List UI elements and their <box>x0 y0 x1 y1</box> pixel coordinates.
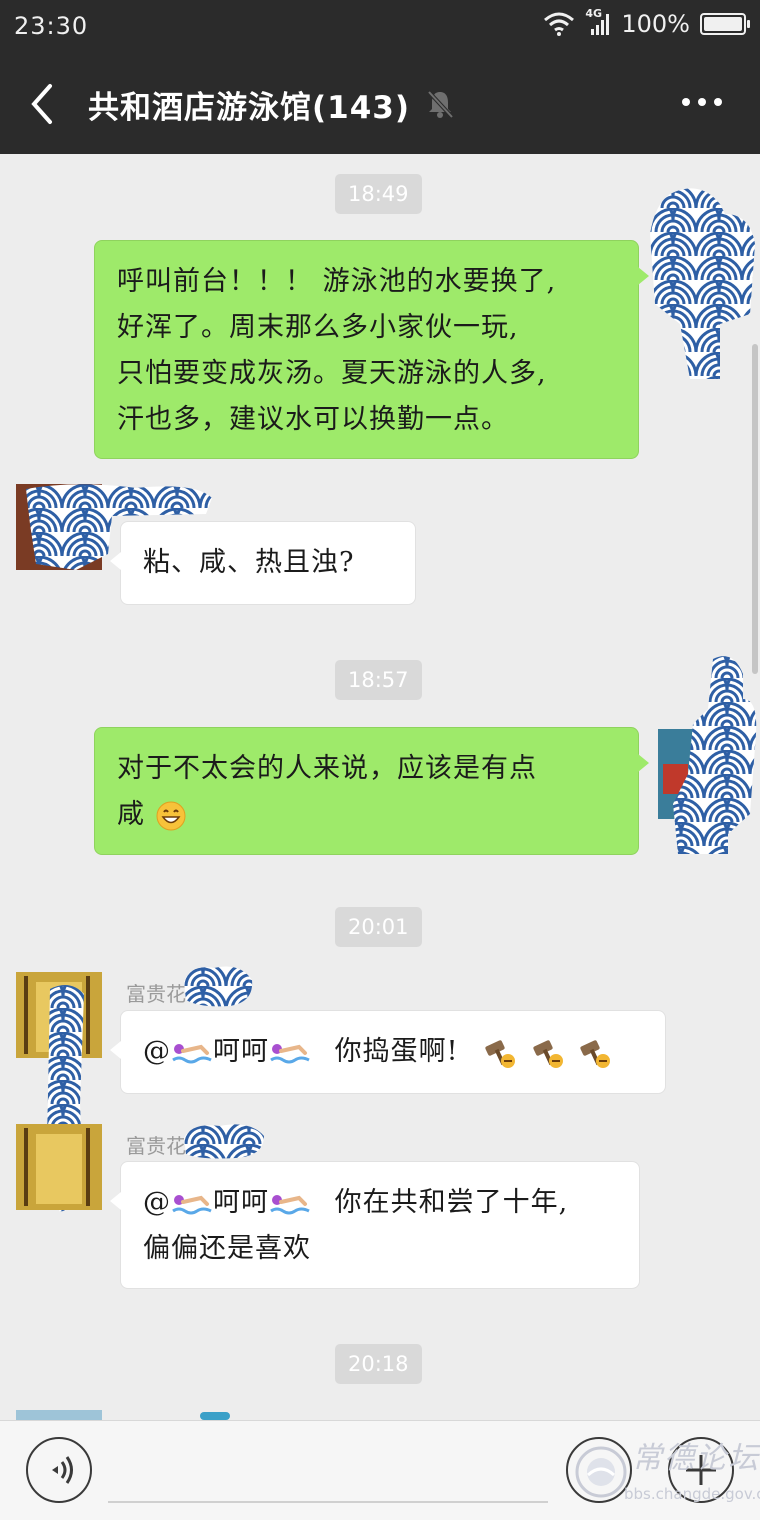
my-avatar-redacted[interactable] <box>650 184 760 384</box>
swimmer-icon <box>270 1194 310 1214</box>
message-line: 偏偏还是喜欢 <box>143 1233 311 1264</box>
chat-header: 共和酒店游泳馆(143) <box>0 52 760 154</box>
forum-watermark: 常德论坛 bbs.changde.gov.cn <box>574 1431 760 1515</box>
message-text: 你捣蛋啊! <box>334 1036 459 1067</box>
message-text: 你在共和尝了十年, <box>334 1187 569 1218</box>
chevron-left-icon[interactable] <box>24 82 64 126</box>
battery-icon <box>700 13 750 35</box>
my-message-bubble[interactable]: 对于不太会的人来说，应该是有点 咸 <box>94 727 649 855</box>
timestamp: 18:49 <box>335 174 422 214</box>
message-line: @ 呵呵 你在共和尝了十年, <box>143 1180 617 1226</box>
message-line: 呼叫前台！！！ 游泳池的水要换了, <box>117 266 557 297</box>
grinning-face-icon <box>156 801 186 830</box>
message-line: 好浑了。周末那么多小家伙一玩, <box>117 312 519 343</box>
status-time: 23:30 <box>14 12 89 40</box>
member-message-bubble[interactable]: 粘、咸、热且浊? <box>110 521 416 605</box>
watermark-url: bbs.changde.gov.cn <box>624 1485 760 1503</box>
hammer-icon <box>533 1039 563 1068</box>
chat-title[interactable]: 共和酒店游泳馆(143) <box>88 82 410 127</box>
redaction-mark <box>184 966 253 1007</box>
message-line: @ 呵呵 你捣蛋啊! <box>143 1029 643 1075</box>
laugh-text: 呵呵 <box>213 1187 269 1218</box>
hammer-icon <box>485 1039 516 1068</box>
member-message-bubble[interactable]: @ 呵呵 你在共和尝了十年, 偏偏还是喜欢 <box>110 1161 640 1289</box>
hammer-emojis <box>482 1036 615 1068</box>
mention-text: @ <box>143 1036 171 1067</box>
voice-icon[interactable] <box>26 1437 92 1503</box>
chat-message-list[interactable]: 18:49 呼叫前台！！！ 游泳池的水要换了, 好浑了。周末那么多小家伙一玩, … <box>0 154 760 1420</box>
battery-percent: 100% <box>621 10 690 38</box>
message-input[interactable] <box>108 1501 548 1503</box>
watermark-title: 常德论坛 <box>632 1441 760 1476</box>
more-dots-icon[interactable] <box>680 88 724 116</box>
laugh-text: 呵呵 <box>213 1036 269 1067</box>
message-text: 咸 <box>117 799 145 830</box>
sender-name: 富贵花 <box>126 982 186 1006</box>
forum-logo-icon <box>575 1446 627 1498</box>
input-toolbar: 常德论坛 bbs.changde.gov.cn <box>0 1420 760 1520</box>
message-line: 咸 <box>117 792 616 838</box>
message-text: 粘、咸、热且浊? <box>143 547 355 578</box>
cellular-signal-icon: 4G <box>585 7 611 37</box>
mention-text: @ <box>143 1187 171 1218</box>
swimmer-icon <box>172 1194 212 1214</box>
timestamp: 20:18 <box>335 1344 422 1384</box>
timestamp: 20:01 <box>335 907 422 947</box>
status-indicators: 4G 100% <box>543 7 750 38</box>
timestamp: 18:57 <box>335 660 422 700</box>
message-line: 只怕要变成灰汤。夏天游泳的人多, <box>117 358 547 389</box>
message-line: 对于不太会的人来说，应该是有点 <box>117 753 537 784</box>
bell-muted-icon <box>427 90 454 119</box>
hammer-icon <box>580 1039 611 1068</box>
scrollbar[interactable] <box>752 344 758 674</box>
my-message-bubble[interactable]: 呼叫前台！！！ 游泳池的水要换了, 好浑了。周末那么多小家伙一玩, 只怕要变成灰… <box>94 240 649 459</box>
my-avatar-redacted[interactable] <box>658 654 760 859</box>
status-bar: 23:30 4G 100% <box>0 0 760 52</box>
redaction-mark <box>184 1124 264 1159</box>
member-avatar-redacted[interactable] <box>16 1124 102 1210</box>
message-line: 汗也多，建议水可以换勤一点。 <box>117 404 509 435</box>
sender-name: 富贵花 <box>126 1134 186 1158</box>
wifi-icon <box>544 12 575 36</box>
swimmer-icon <box>270 1043 310 1063</box>
partial-sender-icon <box>200 1412 230 1420</box>
swimmer-icon <box>172 1043 212 1063</box>
battery-level <box>704 17 742 31</box>
member-avatar-partial[interactable] <box>16 1410 102 1420</box>
member-message-bubble[interactable]: @ 呵呵 你捣蛋啊! <box>110 1010 666 1094</box>
